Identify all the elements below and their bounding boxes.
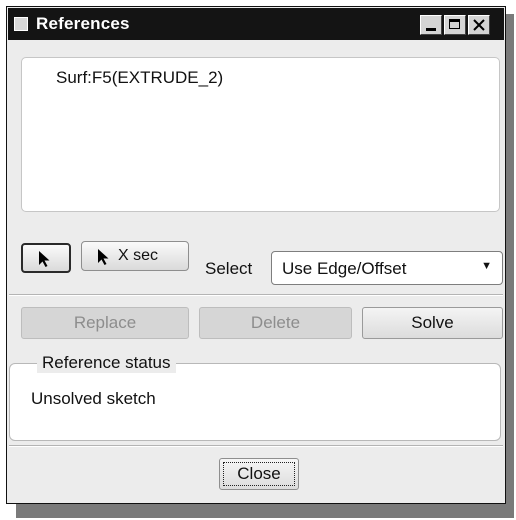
references-list[interactable]: Surf:F5(EXTRUDE_2) (21, 57, 500, 212)
solve-button[interactable]: Solve (362, 307, 503, 339)
arrow-pointer-icon (98, 249, 109, 265)
close-button[interactable]: Close (219, 458, 299, 490)
xsec-label: X sec (118, 247, 159, 264)
close-icon (473, 19, 485, 31)
select-dropdown[interactable]: Use Edge/Offset ▼ (271, 251, 503, 285)
divider (9, 445, 503, 447)
delete-button[interactable]: Delete (199, 307, 352, 339)
replace-button[interactable]: Replace (21, 307, 189, 339)
references-dialog: References Surf:F5(EXTRUDE_2) X sec Sele… (6, 6, 506, 504)
reference-status-legend: Reference status (37, 353, 176, 373)
window-menu-icon[interactable] (14, 17, 28, 31)
xsec-button[interactable]: X sec (81, 241, 189, 271)
status-text: Unsolved sketch (31, 389, 156, 408)
title-bar[interactable]: References (8, 8, 504, 40)
minimize-button[interactable] (420, 15, 442, 35)
divider (9, 294, 503, 296)
select-label: Select (205, 259, 253, 278)
minimize-icon (426, 28, 436, 31)
window-title: References (36, 14, 130, 33)
list-item[interactable]: Surf:F5(EXTRUDE_2) (56, 68, 223, 88)
close-button-label: Close (223, 462, 295, 486)
maximize-icon (449, 19, 460, 29)
close-window-button[interactable] (468, 15, 490, 35)
select-value: Use Edge/Offset (282, 259, 407, 278)
pick-reference-button[interactable] (21, 243, 71, 273)
arrow-pointer-icon (39, 251, 50, 267)
maximize-button[interactable] (444, 15, 466, 35)
chevron-down-icon: ▼ (481, 260, 492, 272)
